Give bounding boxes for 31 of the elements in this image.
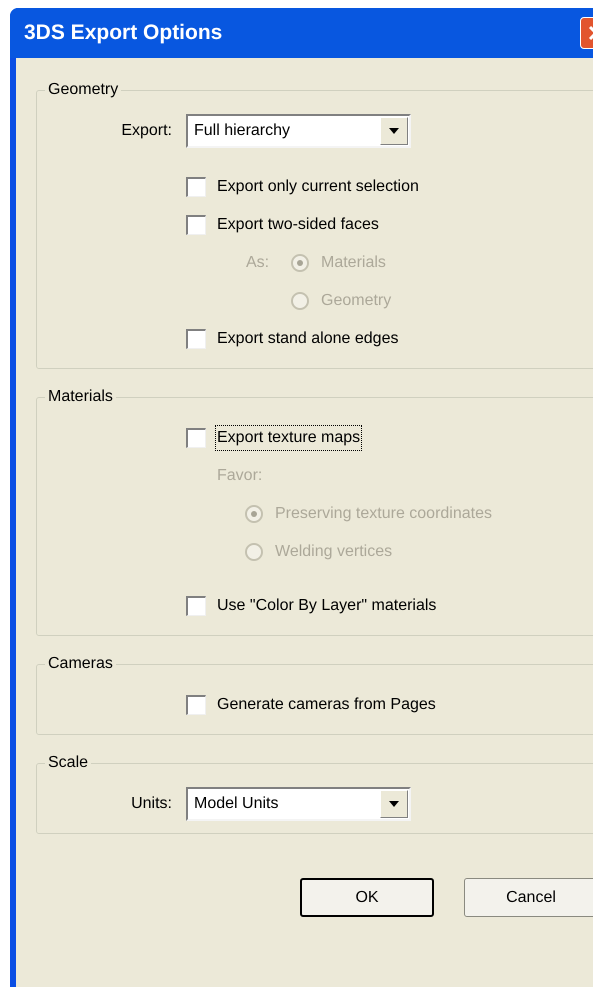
radio-label: Preserving texture coordinates [275, 504, 492, 524]
dialog-button[interactable]: Cancel [464, 878, 593, 917]
dialog-button[interactable]: OK [300, 878, 434, 917]
checkbox-label[interactable]: Generate cameras from Pages [216, 693, 437, 717]
field-label: As: [246, 253, 270, 273]
group-title: Scale [47, 753, 90, 773]
checkbox[interactable] [186, 428, 206, 448]
checkbox[interactable] [186, 329, 206, 349]
group-title: Cameras [47, 654, 114, 674]
caret-icon[interactable] [380, 117, 408, 145]
checkbox[interactable] [186, 177, 206, 197]
checkbox[interactable] [186, 695, 206, 715]
checkbox-label[interactable]: Export only current selection [216, 175, 420, 199]
dropdown[interactable]: Full hierarchy [186, 114, 411, 148]
window-title: 3DS Export Options [24, 20, 222, 46]
radio-label: Materials [321, 253, 386, 273]
checkbox-label[interactable]: Export texture maps [216, 426, 362, 450]
caret-icon[interactable] [380, 790, 408, 818]
radio-label: Geometry [321, 291, 392, 311]
field-label: Units: [130, 794, 172, 814]
field-label: Export: [120, 121, 172, 141]
group-title: Materials [47, 387, 114, 407]
checkbox[interactable] [186, 215, 206, 235]
radio-label: Welding vertices [275, 542, 392, 562]
checkbox-label[interactable]: Export two-sided faces [216, 213, 380, 237]
dropdown[interactable]: Model Units [186, 787, 411, 821]
checkbox-label[interactable]: Export stand alone edges [216, 327, 400, 351]
checkbox-label[interactable]: Use "Color By Layer" materials [216, 594, 438, 618]
checkbox[interactable] [186, 596, 206, 616]
group-title: Geometry [47, 80, 120, 100]
field-label: Favor: [217, 466, 264, 486]
